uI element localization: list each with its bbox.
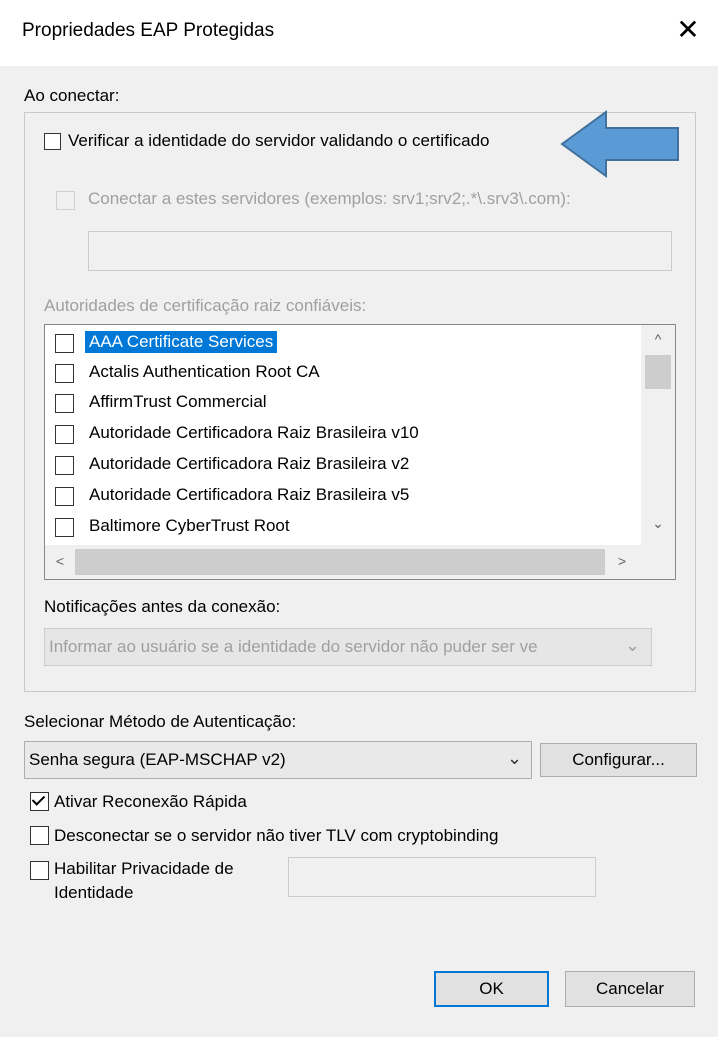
- auth-method-label: Selecionar Método de Autenticação:: [24, 712, 297, 731]
- notifications-value: Informar ao usuário se a identidade do s…: [49, 637, 538, 656]
- trusted-roots-list[interactable]: AAA Certificate Services Actalis Authent…: [44, 324, 676, 580]
- list-item-label: AAA Certificate Services: [85, 331, 278, 353]
- verify-server-checkbox[interactable]: [44, 133, 61, 150]
- list-item-label: Baltimore CyberTrust Root: [89, 516, 290, 535]
- close-icon: ✕: [676, 14, 700, 45]
- scroll-up-icon[interactable]: ^: [641, 331, 675, 347]
- chevron-down-icon: ⌄: [507, 748, 523, 768]
- list-item-label: AffirmTrust Commercial: [89, 392, 267, 411]
- notifications-select[interactable]: Informar ao usuário se a identidade do s…: [44, 628, 652, 666]
- fast-reconnect-label: Ativar Reconexão Rápida: [54, 792, 247, 811]
- window-title: Propriedades EAP Protegidas: [22, 20, 275, 41]
- list-item-checkbox[interactable]: [55, 487, 74, 506]
- list-item[interactable]: Baltimore CyberTrust Root: [45, 511, 641, 541]
- list-item[interactable]: Actalis Authentication Root CA: [45, 357, 641, 387]
- connect-servers-label: Conectar a estes servidores (exemplos: s…: [88, 189, 571, 208]
- list-item-checkbox[interactable]: [55, 456, 74, 475]
- horizontal-scroll-thumb[interactable]: [75, 549, 605, 575]
- connect-heading: Ao conectar:: [24, 86, 120, 105]
- list-item-checkbox[interactable]: [55, 394, 74, 413]
- list-item[interactable]: Autoridade Certificadora Raiz Brasileira…: [45, 480, 641, 510]
- list-item-label: Actalis Authentication Root CA: [89, 362, 320, 381]
- list-item[interactable]: Autoridade Certificadora Raiz Brasileira…: [45, 418, 641, 448]
- cancel-button[interactable]: Cancelar: [565, 971, 695, 1007]
- list-item-checkbox[interactable]: [55, 364, 74, 383]
- auth-method-select[interactable]: Senha segura (EAP-MSCHAP v2) ⌄: [24, 741, 532, 779]
- list-item-label: Autoridade Certificadora Raiz Brasileira…: [89, 454, 410, 473]
- servers-input[interactable]: [88, 231, 672, 271]
- auth-method-value: Senha segura (EAP-MSCHAP v2): [29, 750, 286, 769]
- scroll-right-icon[interactable]: >: [611, 553, 633, 569]
- list-item[interactable]: AAA Certificate Services: [45, 327, 641, 357]
- identity-privacy-label-line2: Identidade: [54, 883, 134, 902]
- verify-server-row[interactable]: Verificar a identidade do servidor valid…: [36, 128, 564, 154]
- connect-servers-checkbox[interactable]: [56, 191, 75, 210]
- verify-server-label: Verificar a identidade do servidor valid…: [68, 131, 490, 150]
- vertical-scroll-thumb[interactable]: [645, 355, 671, 389]
- trusted-roots-label: Autoridades de certificação raiz confiáv…: [44, 296, 367, 315]
- list-item-checkbox[interactable]: [55, 425, 74, 444]
- fast-reconnect-checkbox[interactable]: [30, 792, 49, 811]
- identity-privacy-input[interactable]: [288, 857, 596, 897]
- list-item-checkbox[interactable]: [55, 334, 74, 353]
- callout-arrow-icon: [560, 110, 679, 178]
- configure-button[interactable]: Configurar...: [540, 743, 697, 777]
- list-item-checkbox[interactable]: [55, 518, 74, 537]
- list-item-label: Autoridade Certificadora Raiz Brasileira…: [89, 423, 419, 442]
- scroll-left-icon[interactable]: <: [49, 553, 71, 569]
- identity-privacy-checkbox[interactable]: [30, 861, 49, 880]
- close-button[interactable]: ✕: [674, 14, 702, 46]
- notifications-label: Notificações antes da conexão:: [44, 597, 281, 616]
- disconnect-tlv-checkbox[interactable]: [30, 826, 49, 845]
- list-item[interactable]: AffirmTrust Commercial: [45, 387, 641, 417]
- list-item-label: Autoridade Certificadora Raiz Brasileira…: [89, 485, 410, 504]
- identity-privacy-label-line1: Habilitar Privacidade de: [54, 859, 234, 878]
- scroll-corner: [641, 545, 675, 579]
- scroll-down-icon[interactable]: ⌄: [641, 515, 675, 532]
- vertical-scrollbar[interactable]: ^ ⌄: [641, 325, 675, 545]
- horizontal-scrollbar[interactable]: < >: [45, 545, 641, 579]
- list-item[interactable]: Autoridade Certificadora Raiz Brasileira…: [45, 449, 641, 479]
- chevron-down-icon: ⌄: [625, 635, 641, 655]
- ok-button[interactable]: OK: [434, 971, 549, 1007]
- disconnect-tlv-label: Desconectar se o servidor não tiver TLV …: [54, 826, 499, 845]
